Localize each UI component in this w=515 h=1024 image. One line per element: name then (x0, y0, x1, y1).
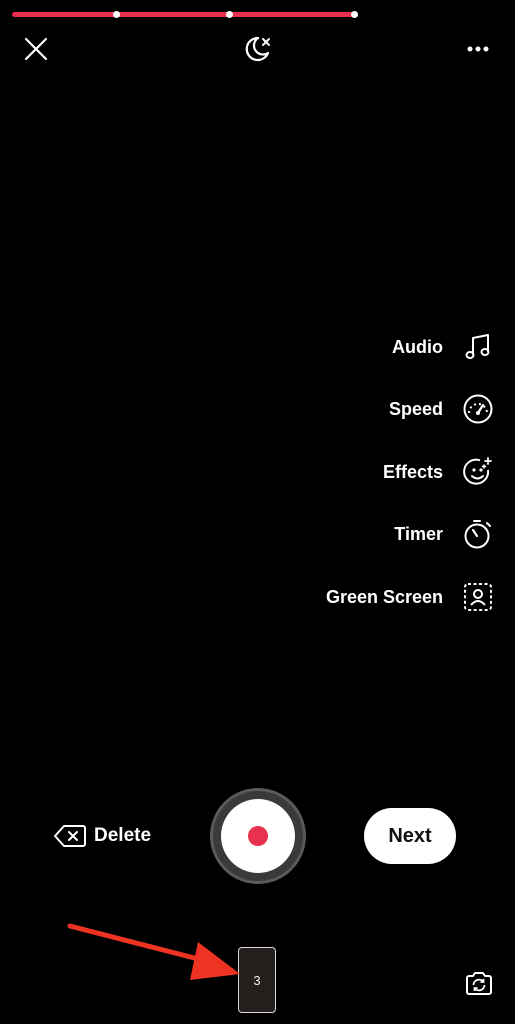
more-options-button[interactable] (461, 32, 495, 66)
timer-tool[interactable]: Timer (394, 516, 495, 552)
green-screen-tool[interactable]: Green Screen (326, 579, 495, 615)
timer-label: Timer (394, 523, 443, 544)
delete-button[interactable]: Delete (54, 818, 151, 854)
record-button[interactable] (210, 788, 306, 884)
audio-label: Audio (392, 336, 443, 357)
audio-tool[interactable]: Audio (392, 329, 495, 365)
moon-off-icon (245, 36, 270, 62)
backspace-icon (54, 825, 86, 847)
green-screen-icon (461, 580, 495, 614)
effects-tool[interactable]: Effects (383, 454, 495, 490)
effects-label: Effects (382, 461, 443, 482)
clip-count: 3 (253, 972, 261, 988)
more-options-icon (467, 46, 489, 52)
close-button[interactable] (19, 32, 53, 66)
night-mode-button[interactable] (240, 32, 274, 66)
recording-progress-bar (12, 12, 358, 17)
music-note-icon (461, 330, 495, 364)
timer-icon (461, 517, 495, 551)
flip-camera-icon (466, 972, 492, 995)
segment-marker (226, 11, 233, 18)
sparkle-face-icon (461, 455, 495, 489)
speed-label: Speed (388, 398, 443, 419)
green-screen-label: Green Screen (325, 586, 443, 607)
segment-marker (113, 11, 120, 18)
record-button-inner (221, 799, 295, 873)
flip-camera-button[interactable] (462, 966, 496, 1000)
record-dot-icon (248, 826, 268, 846)
next-button[interactable]: Next (364, 808, 456, 864)
close-icon (24, 37, 48, 61)
speed-tool[interactable]: Speed (389, 391, 495, 427)
speedometer-icon (461, 392, 495, 426)
segment-marker (351, 11, 358, 18)
annotation-arrow-icon (67, 923, 240, 980)
delete-label: Delete (94, 825, 152, 846)
